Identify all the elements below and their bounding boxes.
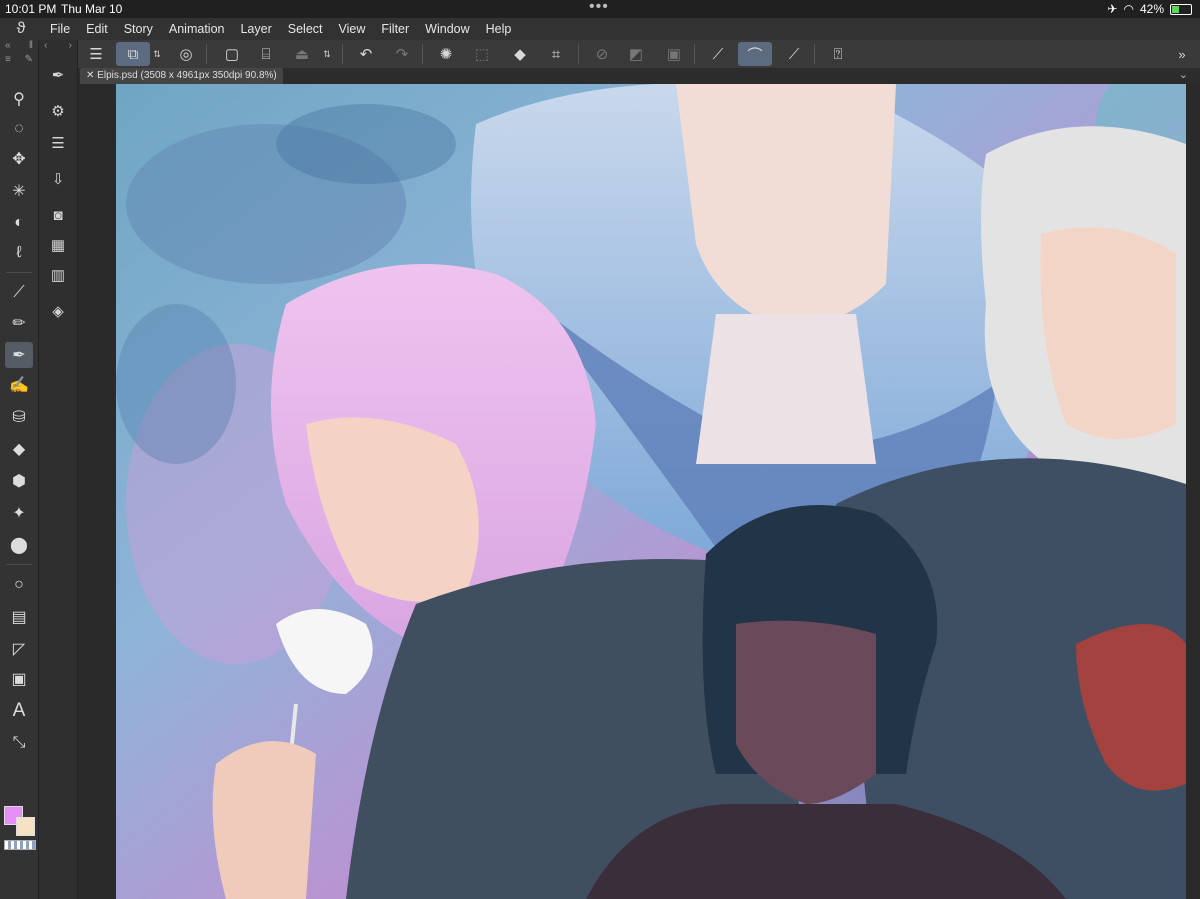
stepper-icon[interactable]: ⇅: [150, 42, 164, 66]
wash-blob: [276, 104, 456, 184]
subtool-layers-icon[interactable]: ◈: [45, 298, 71, 324]
border-icon[interactable]: ▣: [662, 42, 686, 66]
loading-icon[interactable]: ✺: [434, 42, 458, 66]
blend-icon[interactable]: ⬤: [5, 532, 33, 558]
status-right: ✈ ◠ 42%: [1107, 2, 1192, 16]
brush-icon[interactable]: ✍: [5, 372, 33, 398]
subtool-pen-icon[interactable]: ✒: [45, 62, 71, 88]
select-icon[interactable]: ◐: [5, 210, 33, 236]
subtool-settings-icon[interactable]: ⚙: [45, 98, 71, 124]
ruler-icon[interactable]: ◸: [5, 636, 33, 662]
brush-snap-icon[interactable]: ⌒: [738, 42, 772, 66]
divider: [814, 44, 815, 64]
move-icon[interactable]: ✥: [5, 146, 33, 172]
divider: [578, 44, 579, 64]
menu-bar: ϑ File Edit Story Animation Layer Select…: [0, 18, 1200, 40]
wash-blob: [116, 304, 236, 464]
save-icon[interactable]: ⏏: [290, 42, 314, 66]
subtool-film-icon[interactable]: ▥: [45, 262, 71, 288]
left-hand: [212, 741, 316, 899]
fill-icon[interactable]: ◆: [5, 436, 33, 462]
wand-icon[interactable]: ✳: [5, 178, 33, 204]
help-icon[interactable]: ⍰: [826, 42, 850, 66]
canvas-mode-icon[interactable]: ⧉: [116, 42, 150, 66]
gradient-icon[interactable]: ▣: [5, 666, 33, 692]
divider: [206, 44, 207, 64]
menu-filter[interactable]: Filter: [373, 22, 417, 36]
pen-snap-icon[interactable]: ⟋: [782, 42, 806, 66]
spiral-icon[interactable]: ◎: [174, 42, 198, 66]
canvas-area[interactable]: [78, 84, 1200, 899]
menu-animation[interactable]: Animation: [161, 22, 233, 36]
command-bar: ☰ ⧉ ⇅ ◎ ▢ ⌸ ⏏ ⇅ ↶ ↷ ✺ ⬚ ◆ ⌗ ⊘ ◩ ▣ ⟋ ⌒ ⟋ …: [78, 40, 1200, 69]
redo-icon[interactable]: ↷: [390, 42, 414, 66]
divider: [422, 44, 423, 64]
document-tab-label: Elpis.psd (3508 x 4961px 350dpi 90.8%): [97, 70, 277, 81]
transparent-color-swatch[interactable]: [4, 840, 36, 850]
eyedropper-icon[interactable]: ⟋: [5, 280, 33, 306]
menu-story[interactable]: Story: [116, 22, 161, 36]
tool-panel-collapse[interactable]: «‖: [0, 40, 38, 54]
menu-icon[interactable]: ☰: [84, 42, 108, 66]
status-bar: 10:01 PM Thu Mar 10 ••• ✈ ◠ 42%: [0, 0, 1200, 18]
menu-file[interactable]: File: [42, 22, 78, 36]
pen-icon[interactable]: ✒: [5, 342, 33, 368]
sub-color-swatch[interactable]: [16, 817, 35, 836]
subtool-panel-collapse[interactable]: ‹ ›: [39, 40, 77, 54]
collapse-panel-icon[interactable]: »: [1170, 42, 1194, 66]
center-chest: [696, 314, 876, 464]
undo-icon[interactable]: ↶: [354, 42, 378, 66]
frame-icon[interactable]: ▤: [5, 604, 33, 630]
ruler-snap-icon[interactable]: ⟋: [706, 42, 730, 66]
subtool-import-icon[interactable]: ⇩: [45, 166, 71, 192]
select-all-icon[interactable]: ⬚: [470, 42, 494, 66]
tool-panel-header: ≡ ✎: [5, 54, 33, 65]
new-file-icon[interactable]: ▢: [220, 42, 244, 66]
subtool-circle-icon[interactable]: ◙: [45, 202, 71, 228]
battery-percent: 42%: [1139, 2, 1164, 16]
transform-icon[interactable]: ⌗: [544, 42, 568, 66]
document-tab-bar: ✕ Elpis.psd (3508 x 4961px 350dpi 90.8%)…: [78, 68, 1200, 84]
text-icon[interactable]: A: [5, 698, 33, 724]
menu-view[interactable]: View: [331, 22, 374, 36]
eraser-icon[interactable]: ⬢: [5, 468, 33, 494]
app-logo-icon[interactable]: ϑ: [0, 20, 42, 38]
document-tab[interactable]: ✕ Elpis.psd (3508 x 4961px 350dpi 90.8%): [80, 68, 283, 84]
menu-window[interactable]: Window: [417, 22, 477, 36]
battery-icon: [1170, 3, 1192, 15]
divider: [6, 564, 32, 565]
right-face: [1040, 227, 1176, 439]
stepper2-icon[interactable]: ⇅: [320, 42, 334, 66]
airplane-icon: ✈: [1107, 2, 1118, 16]
divider: [342, 44, 343, 64]
status-date: Thu Mar 10: [61, 2, 123, 16]
canvas-artwork[interactable]: [116, 84, 1186, 899]
multitask-dots-icon[interactable]: •••: [589, 0, 609, 16]
menu-help[interactable]: Help: [478, 22, 520, 36]
menu-layer[interactable]: Layer: [232, 22, 279, 36]
open-folder-icon[interactable]: ⌸: [254, 42, 278, 66]
menu-select[interactable]: Select: [280, 22, 331, 36]
invert-icon[interactable]: ◩: [624, 42, 648, 66]
operation-icon[interactable]: ⤡: [5, 730, 33, 756]
wifi-icon: ◠: [1123, 2, 1134, 16]
circle-icon[interactable]: ○: [5, 572, 33, 598]
rotate-icon[interactable]: ◌: [5, 116, 33, 142]
divider: [694, 44, 695, 64]
divider: [6, 272, 32, 273]
status-time: 10:01 PM: [5, 2, 57, 16]
zoom-icon[interactable]: ⚲: [5, 86, 33, 112]
deselect-icon[interactable]: ⊘: [590, 42, 614, 66]
close-tab-icon[interactable]: ✕: [86, 70, 94, 81]
sparkle-icon[interactable]: ✦: [5, 500, 33, 526]
pencil-icon[interactable]: ✏: [5, 310, 33, 336]
lasso-icon[interactable]: ℓ: [5, 240, 33, 266]
menu-edit[interactable]: Edit: [78, 22, 116, 36]
tool-panel: «‖ ≡ ✎ ⚲ ◌ ✥ ✳ ◐ ℓ ⟋ ✏ ✒ ✍ ⛁ ◆ ⬢ ✦ ⬤ ○ ▤ …: [0, 40, 39, 899]
fill-icon[interactable]: ◆: [508, 42, 532, 66]
chevron-down-icon[interactable]: ⌄: [1179, 68, 1188, 81]
airbrush-icon[interactable]: ⛁: [5, 404, 33, 430]
subtool-grid-icon[interactable]: ▦: [45, 232, 71, 258]
subtool-list-icon[interactable]: ☰: [45, 130, 71, 156]
